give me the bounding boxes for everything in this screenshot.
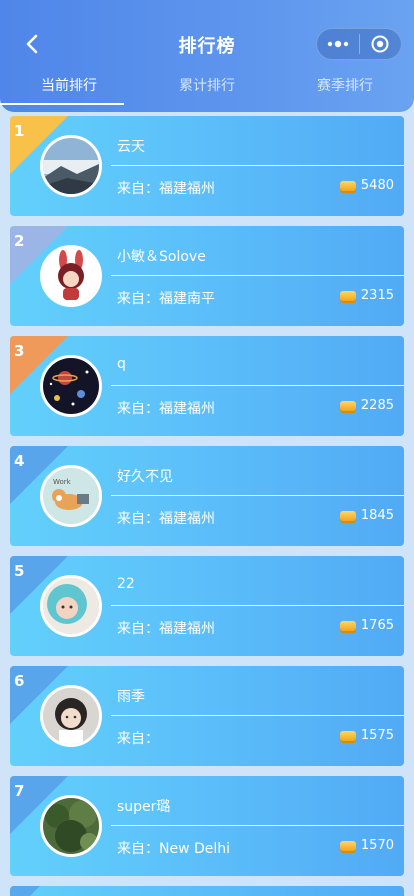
- coin-icon: [339, 400, 356, 411]
- rank-corner: [10, 886, 40, 896]
- avatar: [40, 355, 102, 417]
- ranking-card[interactable]: 5 22 来自：福建福州 1765: [10, 556, 404, 656]
- divider: [111, 715, 404, 716]
- avatar: Work: [40, 465, 102, 527]
- ranking-card[interactable]: 6 雨季 来自： 1575: [10, 666, 404, 766]
- divider: [111, 165, 404, 166]
- user-name: 雨季: [117, 689, 145, 705]
- rank-number: 6: [14, 672, 25, 690]
- user-name: q: [117, 356, 126, 372]
- ranking-card[interactable]: 1 云天 来自：福建福州 5480: [10, 116, 404, 216]
- svg-text:Work: Work: [53, 478, 72, 486]
- more-dots-icon: [327, 40, 348, 48]
- avatar: [40, 685, 102, 747]
- score-value: 1845: [360, 508, 394, 523]
- score-value: 1570: [360, 838, 394, 853]
- ranking-card[interactable]: 2 小敏＆Solove 来自：福建南平 2315: [10, 226, 404, 326]
- avatar: [40, 245, 102, 307]
- user-location: 来自：福建福州: [117, 181, 215, 197]
- user-name: 好久不见: [117, 469, 173, 485]
- user-name: super璐: [117, 799, 171, 815]
- user-location: 来自：: [117, 731, 159, 747]
- ranking-card[interactable]: 7 super璐 来自：New Delhi 1570: [10, 776, 404, 876]
- user-name: 22: [117, 576, 135, 592]
- tab-cumulative[interactable]: 累计排行: [138, 68, 276, 104]
- divider: [111, 605, 404, 606]
- coin-icon: [339, 180, 356, 191]
- score-value: 2315: [360, 288, 394, 303]
- coin-icon: [339, 290, 356, 301]
- divider: [111, 495, 404, 496]
- coin-icon: [339, 840, 356, 851]
- user-location: 来自：福建福州: [117, 511, 215, 527]
- header-bar: 排行榜 当前排行 累计排行 赛季排行: [0, 0, 414, 112]
- score: 5480: [339, 178, 394, 193]
- tab-bar: 当前排行 累计排行 赛季排行: [0, 68, 414, 105]
- user-location: 来自：福建福州: [117, 401, 215, 417]
- divider: [111, 275, 404, 276]
- user-location: 来自：福建福州: [117, 621, 215, 637]
- divider: [111, 385, 404, 386]
- avatar: [40, 795, 102, 857]
- score: 1570: [339, 838, 394, 853]
- rank-number: 2: [14, 232, 25, 250]
- coin-icon: [339, 620, 356, 631]
- coin-icon: [339, 730, 356, 741]
- user-location: 来自：福建南平: [117, 291, 215, 307]
- user-location: 来自：New Delhi: [117, 841, 231, 857]
- ranking-card[interactable]: 3 q 来自：福建福州 2285: [10, 336, 404, 436]
- tab-season[interactable]: 赛季排行: [276, 68, 414, 104]
- mini-program-capsule: [316, 28, 402, 60]
- rank-number: 7: [14, 782, 25, 800]
- ranking-list: 1 云天 来自：福建福州 5480 2 小敏＆Solove 来自：福建南平 23…: [10, 116, 404, 886]
- divider: [111, 825, 404, 826]
- ranking-card[interactable]: 4 Work 好久不见 来自：福建福州 1845: [10, 446, 404, 546]
- score-value: 1575: [360, 728, 394, 743]
- score-value: 5480: [360, 178, 394, 193]
- rank-number: 4: [14, 452, 25, 470]
- user-name: 云天: [117, 139, 145, 155]
- user-name: 小敏＆Solove: [117, 249, 206, 265]
- score: 2315: [339, 288, 394, 303]
- score-value: 2285: [360, 398, 394, 413]
- score: 2285: [339, 398, 394, 413]
- score: 1575: [339, 728, 394, 743]
- rank-number: 3: [14, 342, 25, 360]
- avatar: [40, 135, 102, 197]
- score-value: 1765: [360, 618, 394, 633]
- more-button[interactable]: [317, 29, 359, 59]
- rank-number: 1: [14, 122, 25, 140]
- ranking-card-partial[interactable]: [10, 886, 404, 896]
- close-button[interactable]: [359, 29, 401, 59]
- tab-current[interactable]: 当前排行: [0, 68, 138, 105]
- target-circle-icon: [371, 35, 389, 53]
- score: 1845: [339, 508, 394, 523]
- rank-number: 5: [14, 562, 25, 580]
- score: 1765: [339, 618, 394, 633]
- avatar: [40, 575, 102, 637]
- coin-icon: [339, 510, 356, 521]
